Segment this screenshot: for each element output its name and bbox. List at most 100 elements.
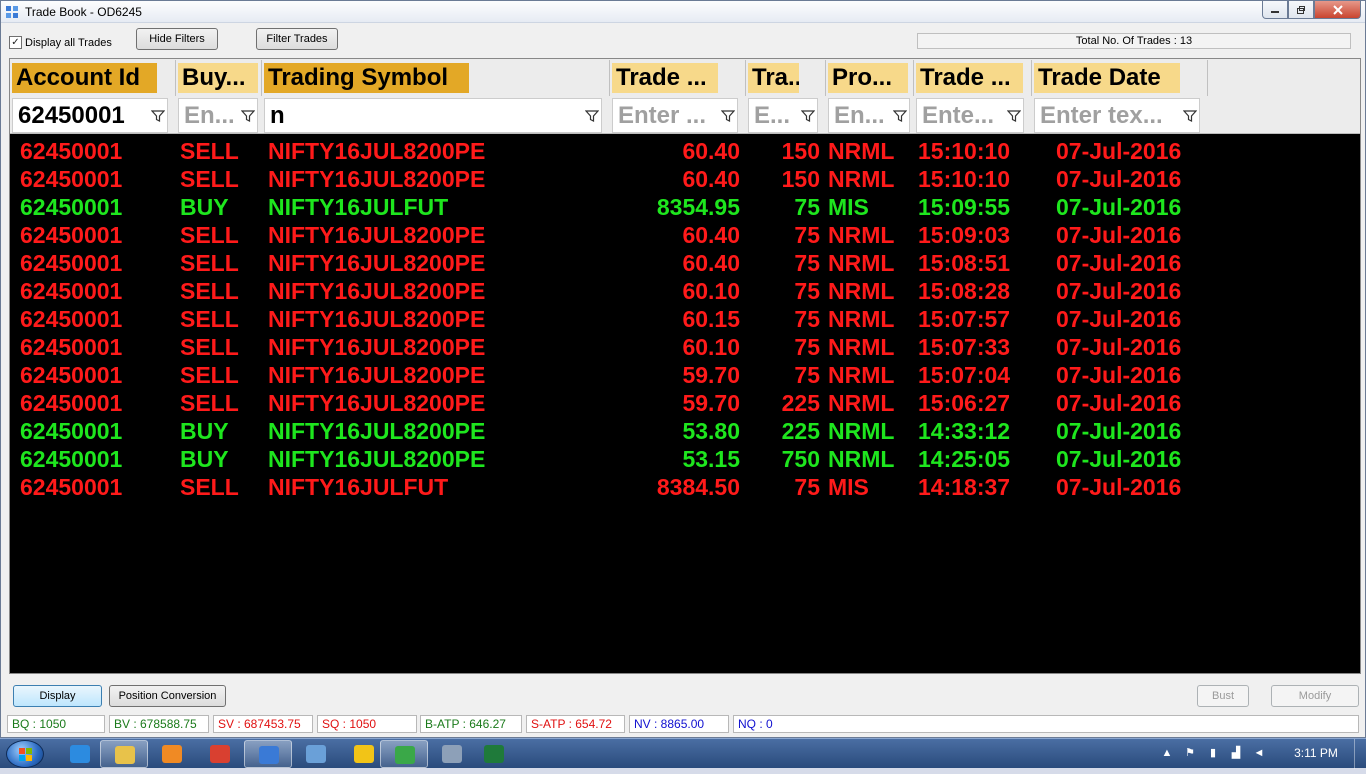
close-button[interactable] [1314, 1, 1361, 19]
start-button[interactable] [6, 740, 44, 768]
cell-product: NRML [828, 334, 895, 360]
display-button[interactable]: Display [13, 685, 102, 707]
clock[interactable]: 3:11 PM [1290, 746, 1342, 760]
display-all-trades-checkbox[interactable]: ✓ Display all Trades [9, 36, 112, 49]
table-row[interactable]: 62450001 BUY NIFTY16JULFUT 8354.95 75 MIS 15:0… [10, 193, 1360, 221]
table-row[interactable]: 62450001 SELL NIFTY16JUL8200PE 60.40 75 NRML 1… [10, 249, 1360, 277]
cell-trade-date: 07-Jul-2016 [1056, 474, 1182, 500]
volume-icon[interactable]: ◄ [1252, 745, 1266, 761]
taskbar-item[interactable] [56, 740, 104, 768]
minimize-button[interactable] [1262, 1, 1288, 19]
table-row[interactable]: 62450001 SELL NIFTY16JUL8200PE 59.70 75 NRML 1… [10, 361, 1360, 389]
filter-trades-button[interactable]: Filter Trades [256, 28, 338, 50]
calculator-icon [442, 745, 462, 763]
cell-trading-symbol: NIFTY16JUL8200PE [268, 278, 486, 304]
table-row[interactable]: 62450001 SELL NIFTY16JUL8200PE 60.40 75 NRML 1… [10, 221, 1360, 249]
tray-expand-icon[interactable]: ▲ [1160, 745, 1174, 761]
show-desktop-button[interactable] [1354, 739, 1366, 769]
table-row[interactable]: 62450001 SELL NIFTY16JUL8200PE 60.40 150 NRML… [10, 137, 1360, 165]
table-row[interactable]: 62450001 SELL NIFTY16JUL8200PE 60.10 75 NRML 1… [10, 333, 1360, 361]
taskbar-item[interactable] [244, 740, 292, 768]
column-header[interactable]: Trading Symbol [262, 60, 610, 96]
status-field: S-ATP : 654.72 [526, 715, 625, 733]
modify-button[interactable]: Modify [1271, 685, 1359, 707]
column-filter-input[interactable]: 62450001 [12, 98, 168, 133]
filter-funnel-icon[interactable] [801, 109, 815, 123]
column-header[interactable]: Pro... [826, 60, 914, 96]
column-header[interactable]: Buy... [176, 60, 262, 96]
taskbar-item[interactable] [428, 740, 476, 768]
cell-trading-symbol: NIFTY16JUL8200PE [268, 362, 486, 388]
title-bar[interactable]: Trade Book - OD6245 [1, 1, 1365, 23]
column-filter-input[interactable]: Enter ... [612, 98, 738, 133]
table-row[interactable]: 62450001 SELL NIFTY16JULFUT 8384.50 75 MIS 14:… [10, 473, 1360, 501]
table-row[interactable]: 62450001 SELL NIFTY16JUL8200PE 60.15 75 NRML 1… [10, 305, 1360, 333]
cell-trade-time: 15:10:10 [918, 166, 1011, 192]
filter-funnel-icon[interactable] [151, 109, 165, 123]
taskbar-item[interactable] [292, 740, 340, 768]
filter-funnel-icon[interactable] [241, 109, 255, 123]
cell-side: SELL [180, 306, 239, 332]
column-filter-input[interactable]: Ente... [916, 98, 1024, 133]
ie-icon [70, 745, 90, 763]
cell-trade-price: 53.15 [682, 446, 740, 472]
column-header[interactable]: Trade ... [610, 60, 746, 96]
column-filter-input[interactable]: En... [178, 98, 258, 133]
filter-funnel-icon[interactable] [1007, 109, 1021, 123]
column-filter-input[interactable]: En... [828, 98, 910, 133]
maximize-button[interactable] [1288, 1, 1314, 19]
cell-account-id: 62450001 [20, 222, 123, 248]
column-filter-input[interactable]: n [264, 98, 602, 133]
table-row[interactable]: 62450001 SELL NIFTY16JUL8200PE 60.10 75 NRML 1… [10, 277, 1360, 305]
cell-trade-qty: 225 [781, 418, 820, 444]
column-filter-input[interactable]: E... [748, 98, 818, 133]
hide-filters-button[interactable]: Hide Filters [136, 28, 218, 50]
taskbar: ▲ ⚑ ▮ ▟ ◄ 3:11 PM [0, 738, 1366, 769]
position-conversion-button[interactable]: Position Conversion [109, 685, 226, 707]
filter-funnel-icon[interactable] [585, 109, 599, 123]
column-header[interactable]: Trade Date [1032, 60, 1208, 96]
cell-product: NRML [828, 418, 895, 444]
cell-trade-price: 59.70 [682, 390, 740, 416]
cell-trade-date: 07-Jul-2016 [1056, 334, 1182, 360]
cell-trading-symbol: NIFTY16JUL8200PE [268, 138, 486, 164]
cell-trade-date: 07-Jul-2016 [1056, 362, 1182, 388]
filter-funnel-icon[interactable] [1183, 109, 1197, 123]
taskbar-item[interactable] [148, 740, 196, 768]
cell-product: NRML [828, 166, 895, 192]
column-filter-row: 62450001 En... n Enter ... E... En... Ente... E… [10, 97, 1360, 134]
remote-desktop-icon [306, 745, 326, 763]
checkbox-check-icon[interactable]: ✓ [9, 36, 22, 49]
filter-funnel-icon[interactable] [893, 109, 907, 123]
column-header[interactable]: Trade ... [914, 60, 1032, 96]
cell-account-id: 62450001 [20, 390, 123, 416]
cell-product: NRML [828, 362, 895, 388]
cell-trade-time: 15:07:33 [918, 334, 1011, 360]
action-center-icon[interactable]: ⚑ [1183, 745, 1197, 761]
taskbar-item[interactable] [100, 740, 148, 768]
cell-trading-symbol: NIFTY16JUL8200PE [268, 166, 486, 192]
device-icon[interactable]: ▮ [1206, 745, 1220, 761]
column-header-label: Pro... [828, 63, 908, 93]
cell-side: SELL [180, 278, 239, 304]
taskbar-item[interactable] [380, 740, 428, 768]
cell-trade-time: 15:08:28 [918, 278, 1011, 304]
taskbar-item[interactable] [196, 740, 244, 768]
bust-button[interactable]: Bust [1197, 685, 1249, 707]
chrome-icon [210, 745, 230, 763]
signal-icon[interactable]: ▟ [1229, 745, 1243, 761]
column-header-row: Account Id Buy... Trading Symbol Trade ... T… [10, 59, 1360, 97]
table-row[interactable]: 62450001 BUY NIFTY16JUL8200PE 53.80 225 NRML 1… [10, 417, 1360, 445]
table-row[interactable]: 62450001 BUY NIFTY16JUL8200PE 53.15 750 NRML 1… [10, 445, 1360, 473]
taskbar-item[interactable] [470, 740, 518, 768]
table-row[interactable]: 62450001 SELL NIFTY16JUL8200PE 59.70 225 NRML… [10, 389, 1360, 417]
column-filter-input[interactable]: Enter tex... [1034, 98, 1200, 133]
column-header[interactable]: Account Id [10, 60, 176, 96]
cell-trading-symbol: NIFTY16JUL8200PE [268, 222, 486, 248]
column-header[interactable]: Tra... [746, 60, 826, 96]
column-header-label: Buy... [178, 63, 258, 93]
media-player-icon [162, 745, 182, 763]
filter-funnel-icon[interactable] [721, 109, 735, 123]
table-row[interactable]: 62450001 SELL NIFTY16JUL8200PE 60.40 150 NRML… [10, 165, 1360, 193]
cell-side: SELL [180, 222, 239, 248]
